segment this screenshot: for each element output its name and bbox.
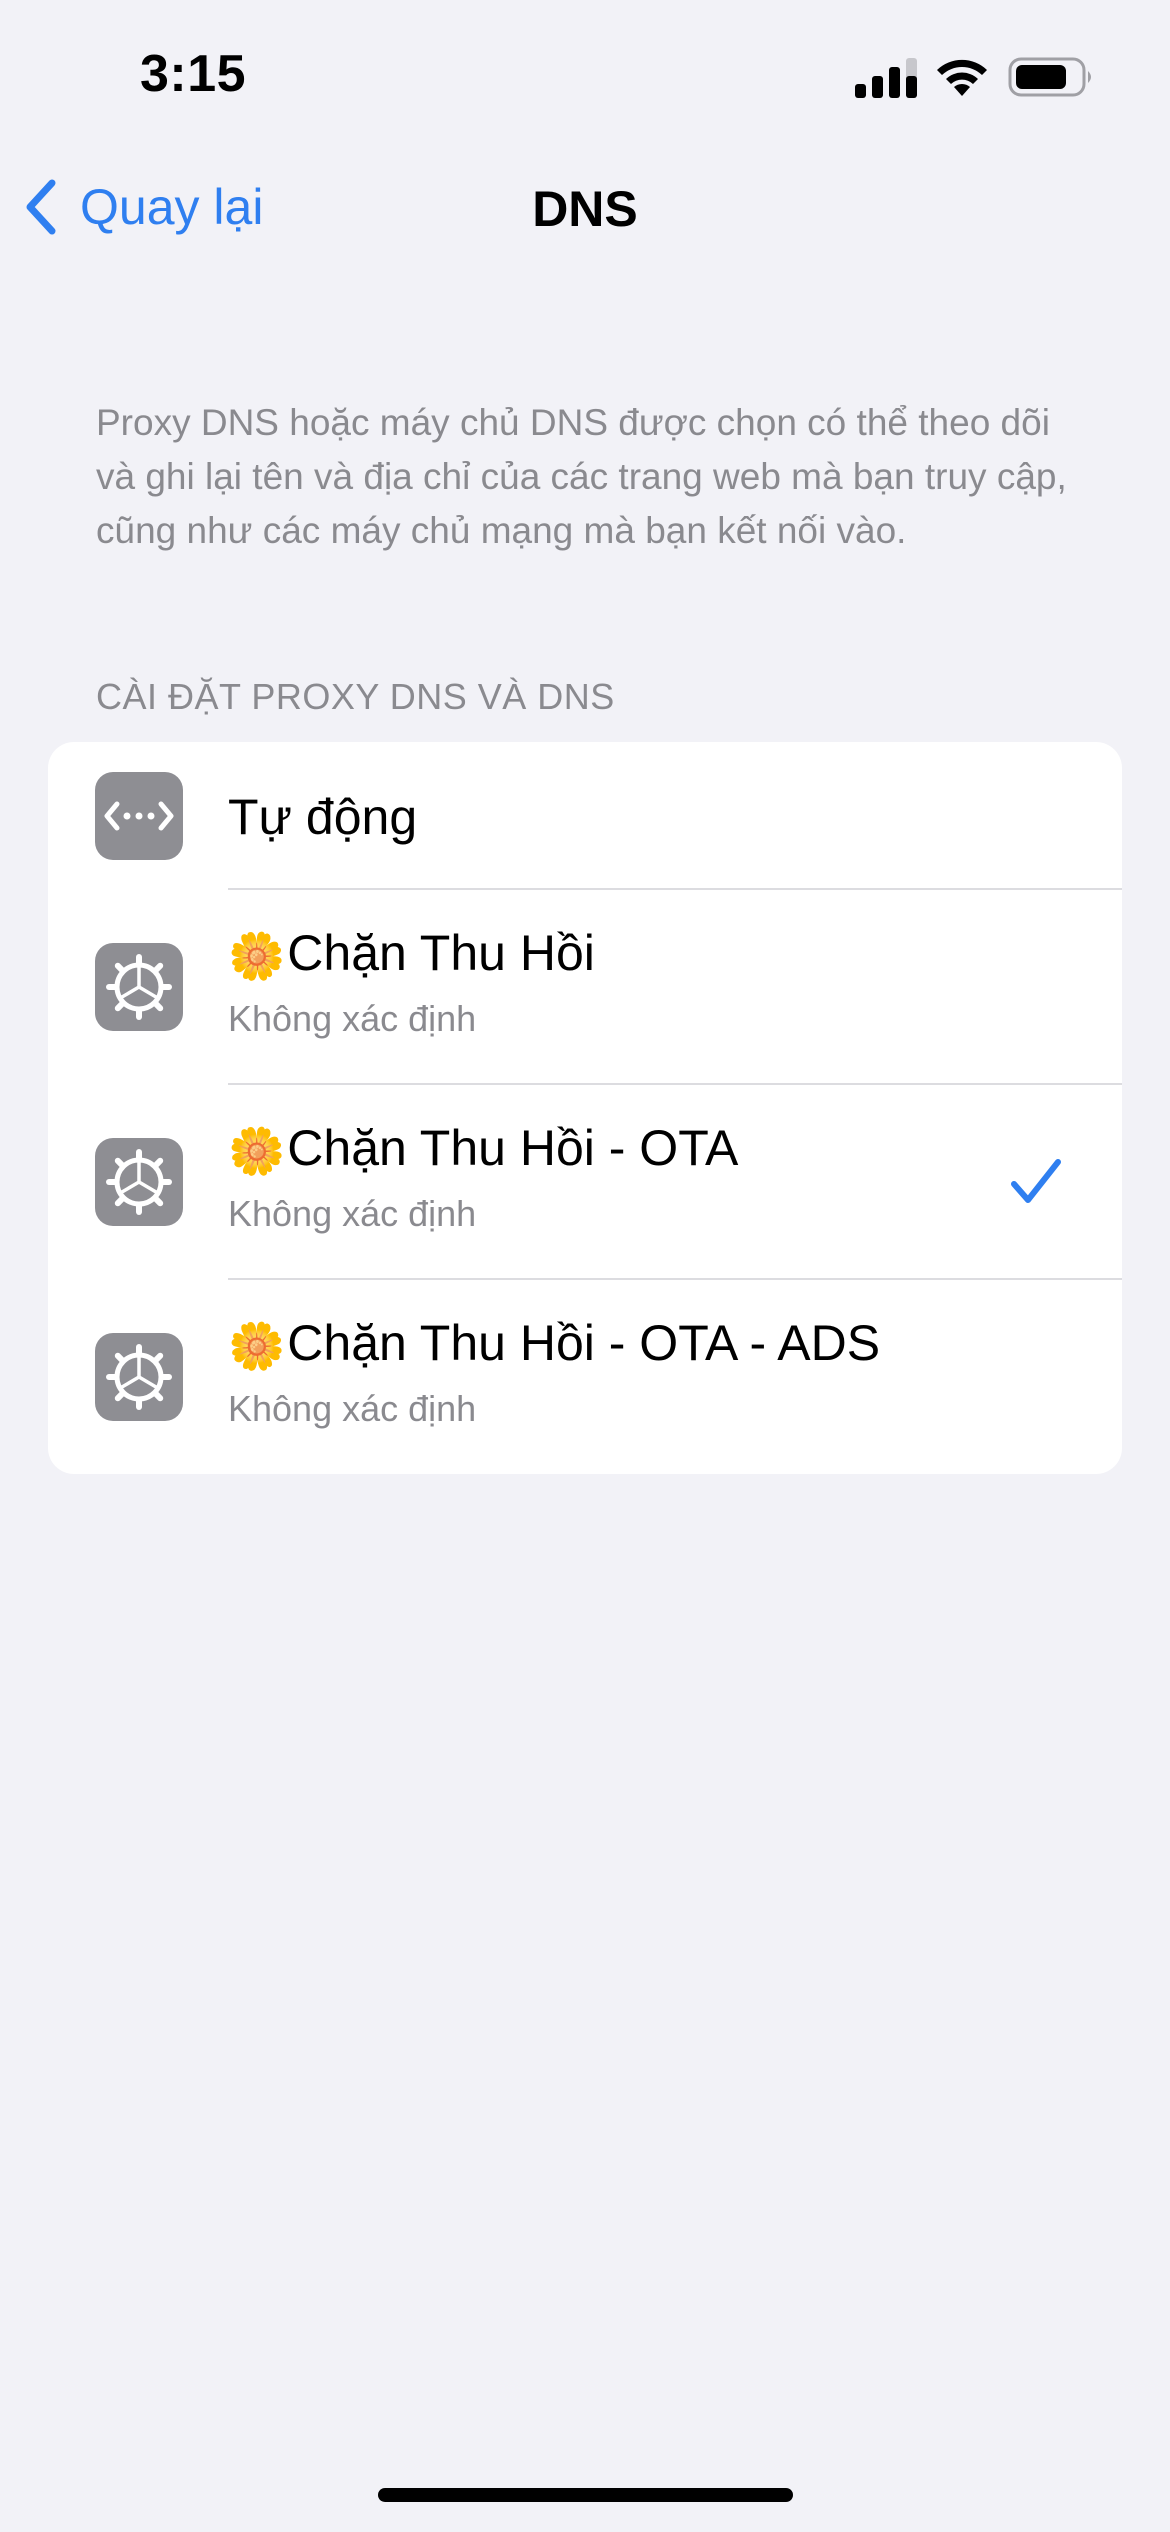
flower-emoji: 🌼 (228, 1125, 286, 1177)
option-subtitle: Không xác định (228, 1193, 477, 1234)
network-arrows-icon (95, 772, 183, 860)
navigation-bar: Quay lại DNS (0, 150, 1170, 265)
option-chan-thu-hoi-ota-ads[interactable]: 🌼Chặn Thu Hồi - OTA - ADS Không xác định (48, 1280, 1122, 1474)
dns-settings-screen: 3:15 Quay lại DNS Proxy DNS hoặc máy chủ… (0, 0, 1170, 2532)
option-chan-thu-hoi[interactable]: 🌼Chặn Thu Hồi Không xác định (48, 890, 1122, 1084)
dns-options-list: Tự động 🌼Chặn Thu Hồi Không xác định 🌼Ch… (48, 742, 1122, 1474)
option-title: Tự động (228, 789, 418, 845)
flower-emoji: 🌼 (228, 930, 286, 982)
battery-icon (1008, 57, 1091, 97)
option-chan-thu-hoi-ota[interactable]: 🌼Chặn Thu Hồi - OTA Không xác định (48, 1085, 1122, 1279)
gear-icon (95, 1138, 183, 1226)
option-subtitle: Không xác định (228, 998, 477, 1039)
section-header: CÀI ĐẶT PROXY DNS VÀ DNS (96, 676, 615, 717)
page-title: DNS (532, 181, 638, 237)
home-indicator[interactable] (378, 2488, 793, 2502)
wifi-icon (937, 59, 987, 96)
gear-icon (95, 943, 183, 1031)
option-title: 🌼Chặn Thu Hồi (228, 925, 595, 982)
option-subtitle: Không xác định (228, 1388, 477, 1429)
status-bar: 3:15 (0, 0, 1170, 150)
checkmark-icon (1011, 1159, 1061, 1203)
option-title: 🌼Chặn Thu Hồi - OTA - ADS (228, 1315, 881, 1372)
dns-description: Proxy DNS hoặc máy chủ DNS được chọn có … (96, 402, 1067, 551)
option-automatic[interactable]: Tự động (48, 742, 1122, 889)
option-title: 🌼Chặn Thu Hồi - OTA (228, 1120, 739, 1177)
cellular-signal-icon (855, 58, 917, 98)
status-time: 3:15 (140, 45, 247, 103)
flower-emoji: 🌼 (228, 1320, 286, 1372)
gear-icon (95, 1333, 183, 1421)
